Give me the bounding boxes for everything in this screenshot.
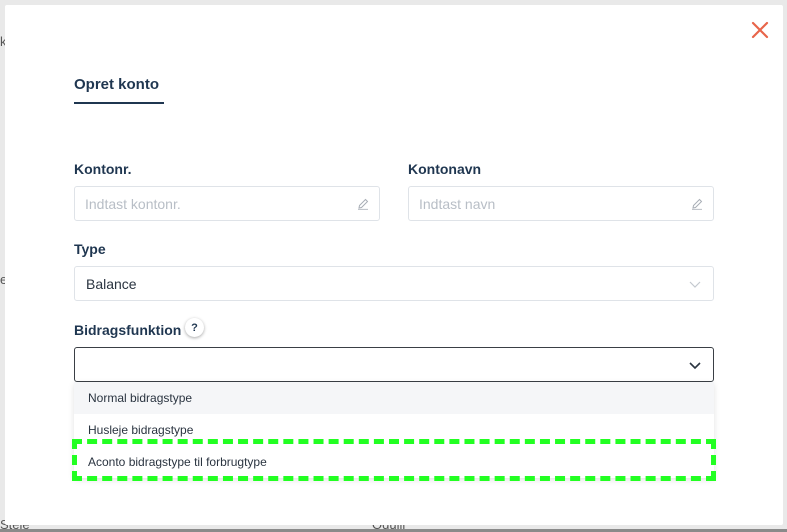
dropdown-option-normal[interactable]: Normal bidragstype [74,382,714,414]
tab-underline [74,102,164,104]
kontonavn-input[interactable]: Indtast navn [408,186,714,221]
bidragsfunktion-label: Bidragsfunktion [74,322,182,338]
type-select[interactable]: Balance [74,266,714,301]
chevron-down-icon [689,362,701,370]
pencil-icon [358,198,369,210]
kontonavn-label: Kontonavn [408,161,482,177]
kontonavn-placeholder: Indtast navn [419,195,496,212]
pencil-icon [692,198,703,210]
help-icon[interactable]: ? [185,318,204,337]
close-icon [751,21,769,39]
highlight-box [72,439,716,481]
chevron-down-icon [689,281,701,288]
close-button[interactable] [750,20,770,40]
tab-opret-konto[interactable]: Opret konto [74,76,159,93]
kontonr-input[interactable]: Indtast kontonr. [74,186,380,221]
type-label: Type [74,241,106,257]
kontonr-label: Kontonr. [74,161,132,177]
kontonr-placeholder: Indtast kontonr. [85,195,181,212]
type-value: Balance [86,275,137,292]
bidragsfunktion-select[interactable] [74,347,714,382]
